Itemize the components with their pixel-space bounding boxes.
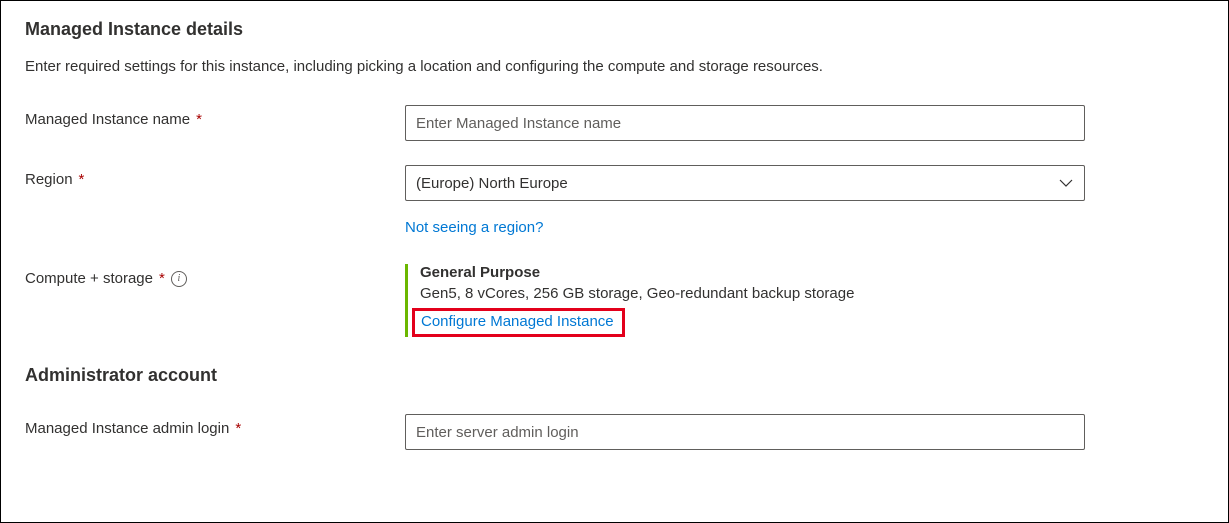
value-col: Not seeing a region? (405, 219, 1085, 236)
row-compute-storage: Compute + storage * i General Purpose Ge… (25, 264, 1204, 337)
row-region-help: Not seeing a region? (25, 219, 1204, 236)
configure-highlight: Configure Managed Instance (412, 308, 625, 337)
value-col (405, 414, 1085, 450)
value-col: (Europe) North Europe (405, 165, 1085, 201)
compute-summary: General Purpose Gen5, 8 vCores, 256 GB s… (405, 264, 1085, 337)
compute-spec: Gen5, 8 vCores, 256 GB storage, Geo-redu… (420, 285, 1085, 302)
required-marker: * (196, 111, 202, 128)
label-col: Compute + storage * i (25, 264, 405, 287)
required-marker: * (235, 420, 241, 437)
region-help-link[interactable]: Not seeing a region? (405, 219, 543, 236)
row-instance-name: Managed Instance name * (25, 105, 1204, 141)
required-marker: * (79, 171, 85, 188)
instance-name-input[interactable] (405, 105, 1085, 141)
value-col (405, 105, 1085, 141)
region-select[interactable]: (Europe) North Europe (405, 165, 1085, 201)
compute-storage-label: Compute + storage (25, 270, 153, 287)
row-admin-login: Managed Instance admin login * (25, 414, 1204, 450)
region-label: Region (25, 171, 73, 188)
compute-tier: General Purpose (420, 264, 1085, 281)
region-select-wrap: (Europe) North Europe (405, 165, 1085, 201)
section-title-admin: Administrator account (25, 365, 1204, 386)
label-col-empty (25, 219, 405, 225)
info-icon[interactable]: i (171, 271, 187, 287)
section-description: Enter required settings for this instanc… (25, 58, 1204, 75)
row-region: Region * (Europe) North Europe (25, 165, 1204, 201)
required-marker: * (159, 270, 165, 287)
admin-login-label: Managed Instance admin login (25, 420, 229, 437)
section-title-details: Managed Instance details (25, 19, 1204, 40)
admin-login-input[interactable] (405, 414, 1085, 450)
configure-managed-instance-link[interactable]: Configure Managed Instance (421, 313, 614, 330)
value-col: General Purpose Gen5, 8 vCores, 256 GB s… (405, 264, 1085, 337)
managed-instance-form: Managed Instance details Enter required … (0, 0, 1229, 523)
label-col: Managed Instance name * (25, 105, 405, 128)
instance-name-label: Managed Instance name (25, 111, 190, 128)
label-col: Managed Instance admin login * (25, 414, 405, 437)
label-col: Region * (25, 165, 405, 188)
